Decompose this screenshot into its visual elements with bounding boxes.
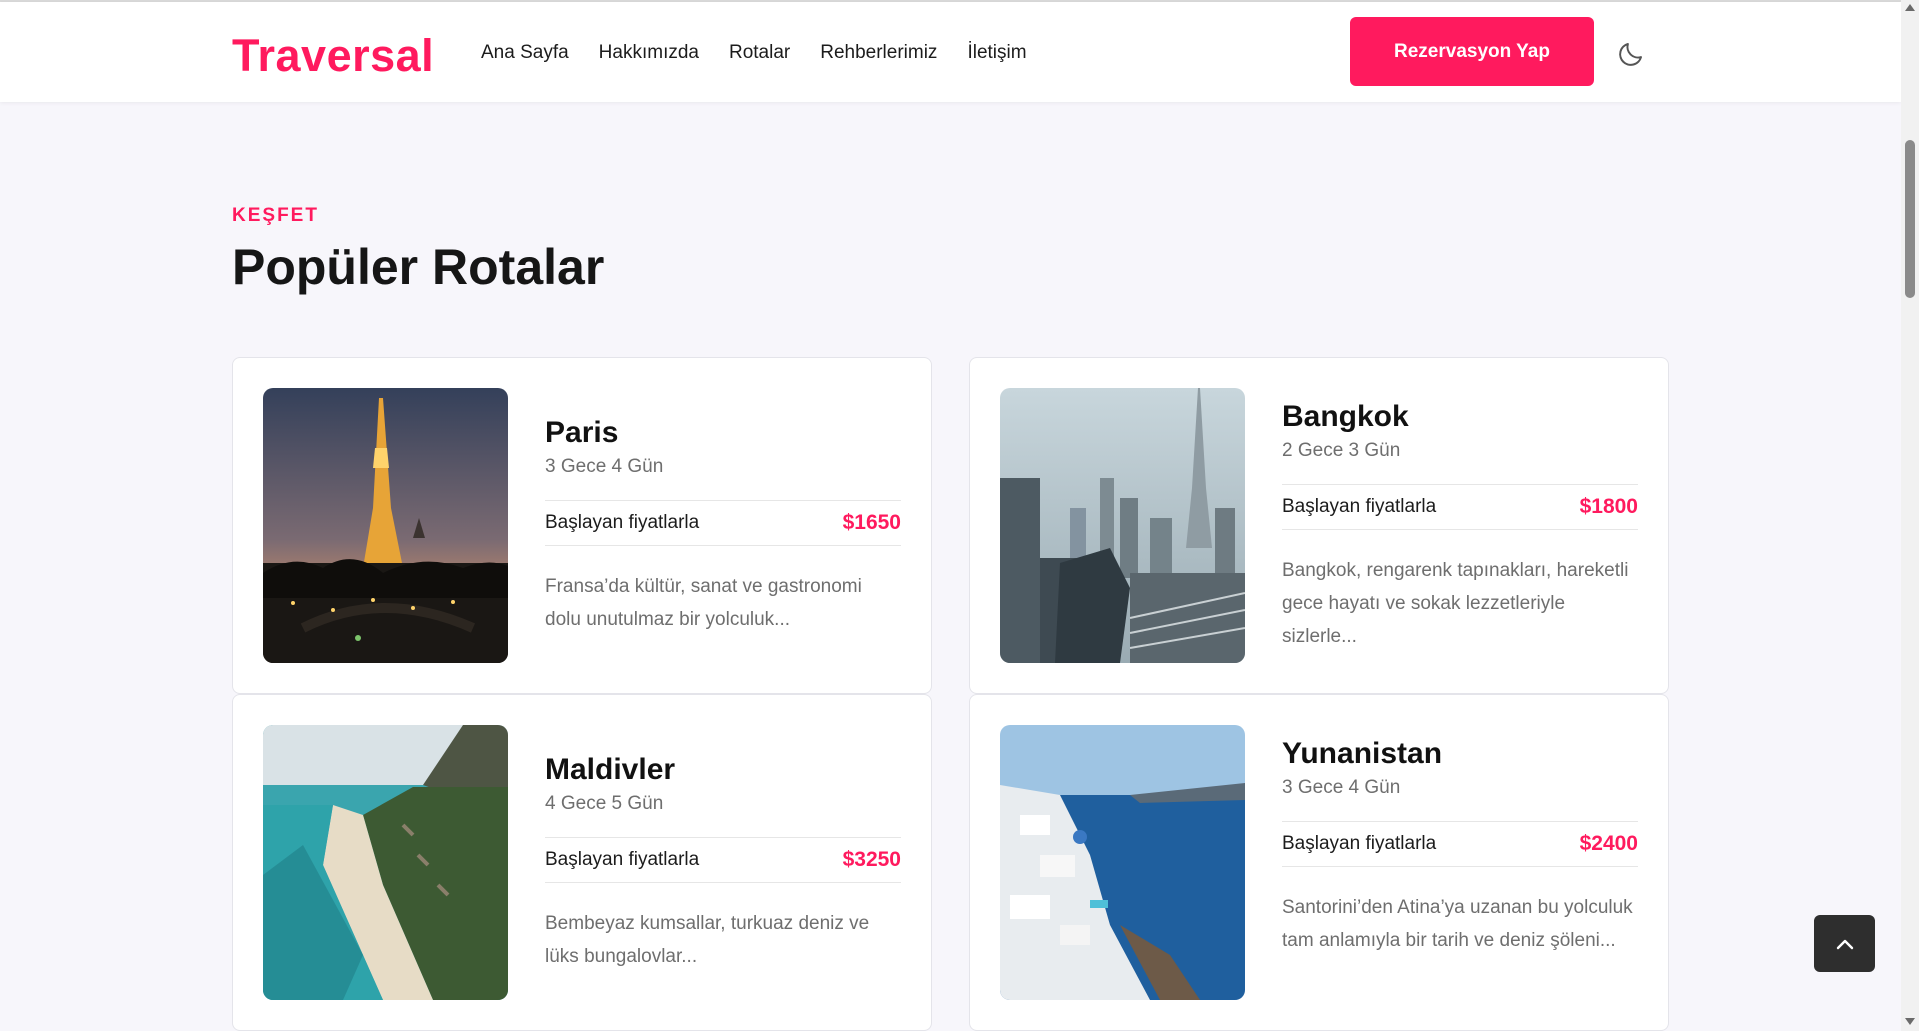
moon-icon[interactable] [1616,39,1646,69]
nav-item-guides[interactable]: Rehberlerimiz [820,42,937,64]
tour-price: $2400 [1579,832,1638,855]
tour-city: Paris [545,416,619,449]
nav-item-contact[interactable]: İletişim [967,42,1026,64]
tour-price: $1800 [1579,495,1638,518]
tour-info: Paris 3 Gece 4 Gün Başlayan fiyatlarla $… [545,416,901,636]
tour-city: Yunanistan [1282,737,1443,770]
tour-card-paris[interactable]: Paris 3 Gece 4 Gün Başlayan fiyatlarla $… [232,357,932,694]
price-label: Başlayan fiyatlarla [545,849,700,870]
tour-city: Maldivler [545,753,676,786]
tour-info: Maldivler 4 Gece 5 Gün Başlayan fiyatlar… [545,753,901,973]
beach-coast-photo [263,725,508,1000]
tour-description: Bangkok, rengarenk tapınakları, hareketl… [1282,560,1629,647]
price-label: Başlayan fiyatlarla [1282,496,1437,517]
tour-duration: 2 Gece 3 Gün [1282,440,1401,461]
price-label: Başlayan fiyatlarla [1282,833,1437,854]
nav-item-home[interactable]: Ana Sayfa [481,42,569,64]
tour-info: Yunanistan 3 Gece 4 Gün Başlayan fiyatla… [1282,737,1638,957]
santorini-photo [1000,725,1245,1000]
tour-city: Bangkok [1282,400,1409,433]
price-row: Başlayan fiyatlarla $3250 [545,837,901,883]
section-title: Popüler Rotalar [232,239,605,295]
tour-duration: 4 Gece 5 Gün [545,793,664,814]
tour-description: Fransa’da kültür, sanat ve gastronomi do… [545,576,862,630]
tour-card-greece[interactable]: Yunanistan 3 Gece 4 Gün Başlayan fiyatla… [969,694,1669,1031]
nav-item-routes[interactable]: Rotalar [729,42,790,64]
nav-item-about[interactable]: Hakkımızda [599,42,699,64]
eiffel-tower-photo [263,388,508,663]
tour-price: $3250 [842,848,901,871]
scroll-up-arrow-icon[interactable] [1905,4,1915,11]
back-to-top-button[interactable] [1814,915,1875,972]
main-nav: Ana Sayfa Hakkımızda Rotalar Rehberlerim… [481,42,1027,64]
price-row: Başlayan fiyatlarla $1650 [545,500,901,546]
price-row: Başlayan fiyatlarla $2400 [1282,821,1638,867]
price-label: Başlayan fiyatlarla [545,512,700,533]
price-row: Başlayan fiyatlarla $1800 [1282,484,1638,530]
reservation-button[interactable]: Rezervasyon Yap [1350,17,1594,86]
tour-price: $1650 [842,511,901,534]
tour-duration: 3 Gece 4 Gün [1282,777,1401,798]
tour-info: Bangkok 2 Gece 3 Gün Başlayan fiyatlarla… [1282,400,1638,653]
brand-logo[interactable]: Traversal [232,30,434,82]
tour-duration: 3 Gece 4 Gün [545,456,664,477]
city-skyline-photo [1000,388,1245,663]
tour-description: Bembeyaz kumsallar, turkuaz deniz ve lük… [545,913,870,967]
scroll-down-arrow-icon[interactable] [1905,1018,1915,1025]
tour-card-bangkok[interactable]: Bangkok 2 Gece 3 Gün Başlayan fiyatlarla… [969,357,1669,694]
section-eyebrow: KEŞFET [232,205,319,226]
chevron-up-icon [1836,939,1853,949]
tour-card-maldives[interactable]: Maldivler 4 Gece 5 Gün Başlayan fiyatlar… [232,694,932,1031]
site-header: Traversal Ana Sayfa Hakkımızda Rotalar R… [0,2,1901,102]
tour-description: Santorini’den Atina’ya uzanan bu yolculu… [1282,897,1633,951]
scrollbar-thumb[interactable] [1905,140,1915,298]
